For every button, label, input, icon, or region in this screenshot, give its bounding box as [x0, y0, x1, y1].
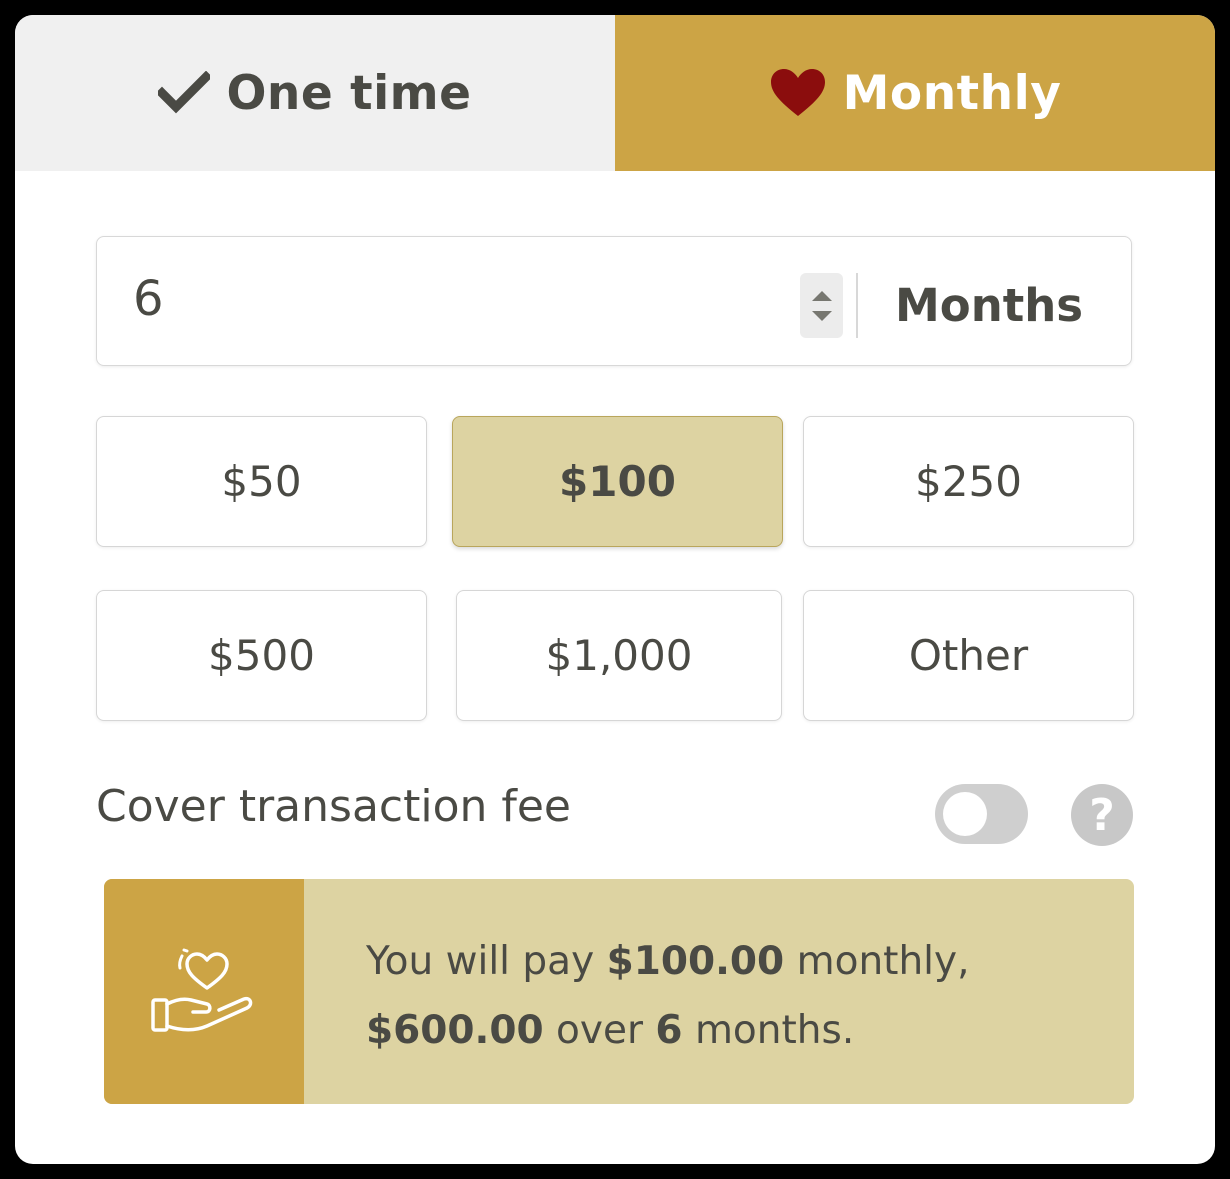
donation-card: One time Monthly Months $50 $100 $250 $5… — [15, 15, 1215, 1164]
tab-one-time[interactable]: One time — [15, 15, 615, 171]
field-divider — [856, 273, 858, 338]
months-field: Months — [96, 236, 1132, 366]
heart-icon — [769, 68, 827, 118]
amount-button-1000[interactable]: $1,000 — [456, 590, 782, 721]
summary-over: over — [543, 1008, 656, 1053]
tab-one-time-label: One time — [226, 65, 472, 121]
fee-toggle[interactable] — [935, 784, 1028, 844]
tab-monthly-label: Monthly — [842, 65, 1062, 121]
stepper-down-icon[interactable] — [811, 310, 833, 322]
amount-button-100[interactable]: $100 — [452, 416, 783, 547]
amount-button-500[interactable]: $500 — [96, 590, 427, 721]
summary-months: 6 — [655, 1008, 683, 1053]
amount-button-50[interactable]: $50 — [96, 416, 427, 547]
check-icon — [158, 71, 211, 115]
tab-monthly[interactable]: Monthly — [615, 15, 1215, 171]
summary-months-suffix: months. — [682, 1008, 855, 1053]
toggle-knob — [943, 792, 987, 836]
months-unit-label: Months — [895, 279, 1084, 332]
summary-prefix: You will pay — [366, 939, 607, 984]
amount-button-250[interactable]: $250 — [803, 416, 1134, 547]
question-icon[interactable]: ? — [1071, 784, 1133, 846]
hand-heart-icon — [151, 948, 253, 1032]
months-input[interactable] — [133, 271, 733, 327]
summary-line-2: $600.00 over 6 months. — [366, 996, 970, 1065]
summary-text: You will pay $100.00 monthly, $600.00 ov… — [366, 927, 970, 1065]
stepper-up-icon[interactable] — [811, 290, 833, 302]
payment-summary: You will pay $100.00 monthly, $600.00 ov… — [104, 879, 1134, 1104]
fee-label: Cover transaction fee — [96, 781, 571, 832]
summary-monthly-amount: $100.00 — [606, 939, 785, 984]
frequency-tabs: One time Monthly — [15, 15, 1215, 171]
amount-button-other[interactable]: Other — [803, 590, 1134, 721]
summary-icon-box — [104, 879, 304, 1104]
summary-monthly-suffix: monthly, — [784, 939, 970, 984]
summary-line-1: You will pay $100.00 monthly, — [366, 927, 970, 996]
summary-total: $600.00 — [366, 1008, 544, 1053]
months-stepper[interactable] — [800, 273, 843, 338]
